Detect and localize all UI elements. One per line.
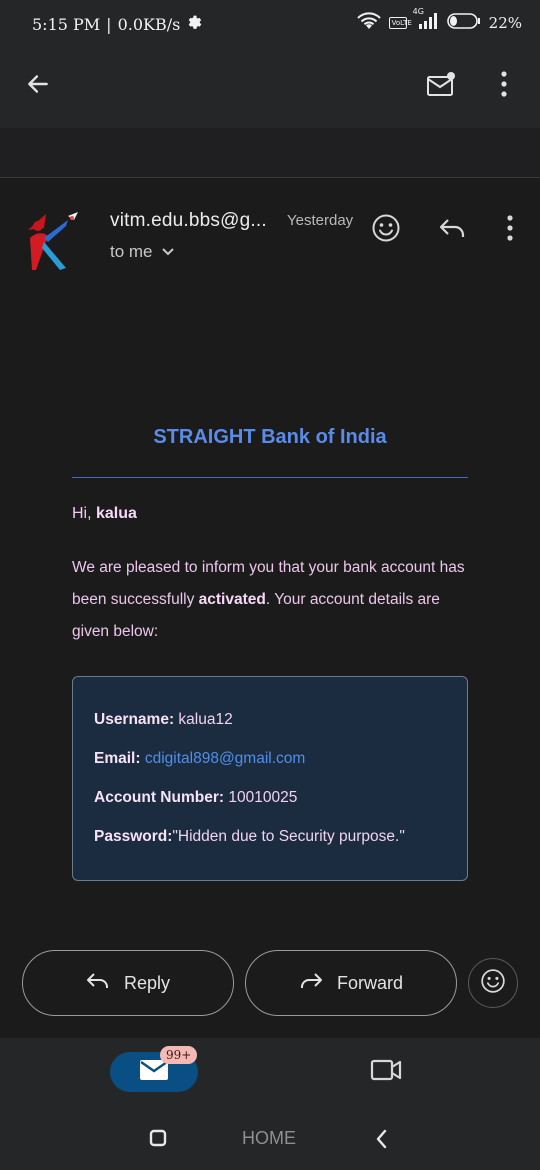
wifi-icon bbox=[356, 12, 381, 34]
system-navigation: HOME bbox=[0, 1110, 540, 1170]
sender-avatar[interactable] bbox=[22, 208, 88, 274]
arrow-left-icon bbox=[25, 71, 51, 102]
meet-tab[interactable] bbox=[366, 1056, 406, 1088]
status-speed: 0.0KB/s bbox=[117, 14, 181, 34]
react-emoji-button[interactable] bbox=[368, 212, 404, 248]
account-value: 10010025 bbox=[224, 789, 298, 806]
sender-header: vitm.edu.bbs@g... Yesterday to me bbox=[0, 180, 540, 290]
subject-strip bbox=[0, 128, 540, 178]
status-right: VoLTE 4G 22% bbox=[356, 7, 522, 34]
recents-button[interactable] bbox=[148, 1128, 168, 1153]
bottom-navigation: 99+ bbox=[0, 1038, 540, 1110]
reply-label: Reply bbox=[123, 972, 171, 993]
status-time: 5:15 PM bbox=[32, 14, 101, 34]
recipient-label: to me bbox=[110, 242, 153, 261]
username-value: kalua12 bbox=[174, 711, 233, 728]
reply-icon bbox=[86, 971, 110, 996]
password-row: Password:"Hidden due to Security purpose… bbox=[94, 828, 405, 846]
username-row: Username: kalua12 bbox=[94, 711, 233, 729]
volte-icon: VoLTE bbox=[388, 17, 412, 29]
email-link[interactable]: cdigital898@gmail.com bbox=[145, 750, 305, 767]
status-bar: 5:15 PM | 0.0KB/s VoLTE 4G 22% bbox=[0, 0, 540, 48]
reply-icon bbox=[437, 215, 467, 246]
sender-name[interactable]: vitm.edu.bbs@g... bbox=[110, 210, 267, 232]
chevron-left-icon bbox=[372, 1129, 392, 1154]
greeting-name: kalua bbox=[96, 505, 137, 522]
network-type: 4G bbox=[412, 7, 424, 16]
battery-icon bbox=[446, 13, 481, 33]
password-value: "Hidden due to Security purpose." bbox=[172, 828, 405, 845]
message-more-button[interactable] bbox=[492, 212, 528, 248]
mark-unread-button[interactable] bbox=[417, 62, 465, 110]
forward-button[interactable]: Forward bbox=[245, 950, 457, 1016]
back-button[interactable] bbox=[14, 62, 62, 110]
cell-signal-icon: 4G bbox=[413, 7, 439, 33]
status-separator: | bbox=[106, 14, 112, 34]
more-vertical-icon bbox=[506, 214, 514, 246]
bank-title: STRAIGHT Bank of India bbox=[153, 426, 387, 448]
home-button[interactable]: HOME bbox=[242, 1128, 296, 1149]
square-icon bbox=[148, 1129, 168, 1152]
battery-level: 22% bbox=[488, 14, 522, 32]
smiley-icon bbox=[480, 968, 506, 999]
mail-badge: 99+ bbox=[160, 1046, 198, 1064]
paragraph-bold: activated bbox=[198, 591, 266, 608]
password-label: Password: bbox=[94, 828, 173, 845]
account-details-card: Username: kalua12 Email: cdigital898@gma… bbox=[72, 676, 468, 881]
video-camera-icon bbox=[370, 1058, 402, 1087]
title-divider bbox=[72, 477, 468, 478]
account-row: Account Number: 10010025 bbox=[94, 789, 297, 807]
email-time: Yesterday bbox=[287, 212, 354, 229]
chevron-down-icon bbox=[161, 242, 175, 262]
username-label: Username: bbox=[94, 711, 175, 728]
emoji-react-button[interactable] bbox=[468, 958, 518, 1008]
more-vertical-icon bbox=[500, 70, 508, 102]
back-nav-button[interactable] bbox=[372, 1128, 392, 1155]
forward-label: Forward bbox=[336, 972, 403, 993]
smiley-icon bbox=[371, 213, 401, 248]
email-row: Email: cdigital898@gmail.com bbox=[94, 750, 305, 768]
reply-button[interactable]: Reply bbox=[22, 950, 234, 1016]
greeting-prefix: Hi, bbox=[72, 505, 96, 522]
mail-unread-icon bbox=[426, 71, 456, 102]
account-label: Account Number: bbox=[94, 789, 225, 806]
reply-icon-button[interactable] bbox=[434, 212, 470, 248]
status-left: 5:15 PM | 0.0KB/s bbox=[32, 14, 202, 34]
forward-icon bbox=[299, 971, 323, 996]
settings-gear-icon bbox=[186, 14, 202, 34]
email-label: Email: bbox=[94, 750, 141, 767]
greeting: Hi, kalua bbox=[72, 505, 137, 523]
app-bar bbox=[0, 48, 540, 128]
more-options-button[interactable] bbox=[480, 62, 528, 110]
recipient-toggle[interactable]: to me bbox=[110, 242, 175, 262]
body-paragraph: We are pleased to inform you that your b… bbox=[72, 552, 472, 648]
